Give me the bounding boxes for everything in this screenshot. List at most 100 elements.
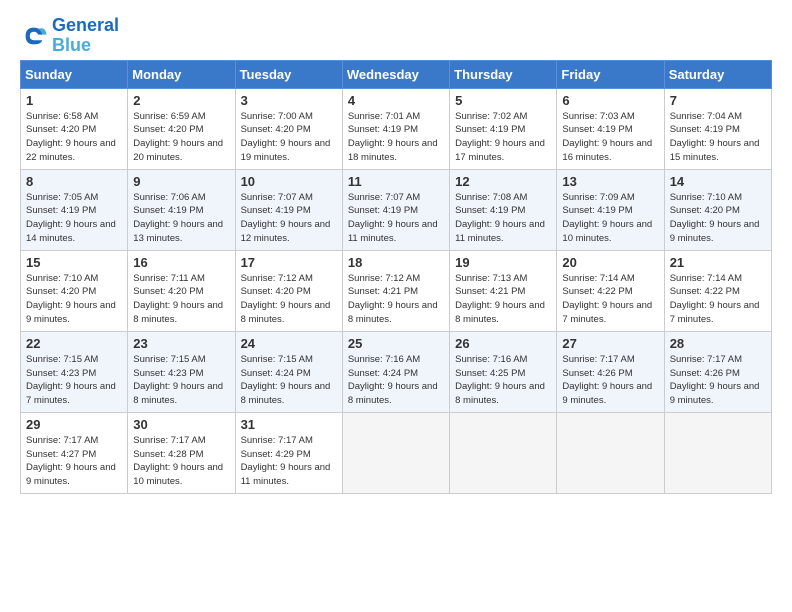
calendar-cell: 4 Sunrise: 7:01 AMSunset: 4:19 PMDaylight… (342, 88, 449, 169)
day-number: 4 (348, 93, 445, 108)
cell-details: Sunrise: 7:16 AMSunset: 4:24 PMDaylight:… (348, 353, 445, 408)
day-number: 26 (455, 336, 552, 351)
cell-details: Sunrise: 7:14 AMSunset: 4:22 PMDaylight:… (670, 272, 767, 327)
cell-details: Sunrise: 6:59 AMSunset: 4:20 PMDaylight:… (133, 110, 230, 165)
calendar-cell: 3 Sunrise: 7:00 AMSunset: 4:20 PMDaylight… (235, 88, 342, 169)
logo: General Blue (20, 16, 119, 56)
cell-details: Sunrise: 7:14 AMSunset: 4:22 PMDaylight:… (562, 272, 659, 327)
header: General Blue (20, 16, 772, 56)
calendar-cell: 28Sunrise: 7:17 AMSunset: 4:26 PMDayligh… (664, 331, 771, 412)
cell-details: Sunrise: 7:01 AMSunset: 4:19 PMDaylight:… (348, 110, 445, 165)
calendar-cell: 19 Sunrise: 7:13 AMSunset: 4:21 PMDayligh… (450, 250, 557, 331)
page: General Blue SundayMondayTuesdayWednesda… (0, 0, 792, 504)
cell-details: Sunrise: 7:17 AMSunset: 4:27 PMDaylight:… (26, 434, 123, 489)
header-row: SundayMondayTuesdayWednesdayThursdayFrid… (21, 60, 772, 88)
header-cell-sunday: Sunday (21, 60, 128, 88)
cell-details: Sunrise: 7:07 AMSunset: 4:19 PMDaylight:… (348, 191, 445, 246)
week-row-4: 22 Sunrise: 7:15 AMSunset: 4:23 PMDayligh… (21, 331, 772, 412)
day-number: 28 (670, 336, 767, 351)
cell-details: Sunrise: 7:15 AMSunset: 4:23 PMDaylight:… (26, 353, 123, 408)
cell-details: Sunrise: 7:12 AMSunset: 4:21 PMDaylight:… (348, 272, 445, 327)
day-number: 12 (455, 174, 552, 189)
calendar-cell: 25 Sunrise: 7:16 AMSunset: 4:24 PMDayligh… (342, 331, 449, 412)
calendar-cell (557, 412, 664, 493)
calendar-cell: 21 Sunrise: 7:14 AMSunset: 4:22 PMDayligh… (664, 250, 771, 331)
week-row-5: 29 Sunrise: 7:17 AMSunset: 4:27 PMDayligh… (21, 412, 772, 493)
calendar-cell: 5Sunrise: 7:02 AMSunset: 4:19 PMDaylight… (450, 88, 557, 169)
cell-details: Sunrise: 7:04 AMSunset: 4:19 PMDaylight:… (670, 110, 767, 165)
cell-details: Sunrise: 7:11 AMSunset: 4:20 PMDaylight:… (133, 272, 230, 327)
calendar-cell: 31 Sunrise: 7:17 AMSunset: 4:29 PMDayligh… (235, 412, 342, 493)
calendar-cell (342, 412, 449, 493)
header-cell-tuesday: Tuesday (235, 60, 342, 88)
day-number: 30 (133, 417, 230, 432)
calendar-cell: 13 Sunrise: 7:09 AMSunset: 4:19 PMDayligh… (557, 169, 664, 250)
day-number: 31 (241, 417, 338, 432)
calendar-cell: 1 Sunrise: 6:58 AMSunset: 4:20 PMDaylight… (21, 88, 128, 169)
header-cell-friday: Friday (557, 60, 664, 88)
day-number: 19 (455, 255, 552, 270)
cell-details: Sunrise: 7:17 AMSunset: 4:29 PMDaylight:… (241, 434, 338, 489)
header-cell-wednesday: Wednesday (342, 60, 449, 88)
cell-details: Sunrise: 7:07 AMSunset: 4:19 PMDaylight:… (241, 191, 338, 246)
calendar-cell: 27 Sunrise: 7:17 AMSunset: 4:26 PMDayligh… (557, 331, 664, 412)
calendar-cell: 18 Sunrise: 7:12 AMSunset: 4:21 PMDayligh… (342, 250, 449, 331)
cell-details: Sunrise: 7:15 AMSunset: 4:23 PMDaylight:… (133, 353, 230, 408)
cell-details: Sunrise: 7:00 AMSunset: 4:20 PMDaylight:… (241, 110, 338, 165)
day-number: 1 (26, 93, 123, 108)
day-number: 8 (26, 174, 123, 189)
header-cell-saturday: Saturday (664, 60, 771, 88)
calendar-cell: 7Sunrise: 7:04 AMSunset: 4:19 PMDaylight… (664, 88, 771, 169)
day-number: 18 (348, 255, 445, 270)
cell-details: Sunrise: 6:58 AMSunset: 4:20 PMDaylight:… (26, 110, 123, 165)
calendar-cell: 20Sunrise: 7:14 AMSunset: 4:22 PMDayligh… (557, 250, 664, 331)
cell-details: Sunrise: 7:17 AMSunset: 4:28 PMDaylight:… (133, 434, 230, 489)
day-number: 9 (133, 174, 230, 189)
calendar-cell: 23Sunrise: 7:15 AMSunset: 4:23 PMDayligh… (128, 331, 235, 412)
day-number: 15 (26, 255, 123, 270)
calendar-cell: 26 Sunrise: 7:16 AMSunset: 4:25 PMDayligh… (450, 331, 557, 412)
calendar-cell: 24 Sunrise: 7:15 AMSunset: 4:24 PMDayligh… (235, 331, 342, 412)
cell-details: Sunrise: 7:16 AMSunset: 4:25 PMDaylight:… (455, 353, 552, 408)
cell-details: Sunrise: 7:10 AMSunset: 4:20 PMDaylight:… (670, 191, 767, 246)
day-number: 14 (670, 174, 767, 189)
cell-details: Sunrise: 7:08 AMSunset: 4:19 PMDaylight:… (455, 191, 552, 246)
calendar-cell: 15 Sunrise: 7:10 AMSunset: 4:20 PMDayligh… (21, 250, 128, 331)
header-cell-thursday: Thursday (450, 60, 557, 88)
cell-details: Sunrise: 7:15 AMSunset: 4:24 PMDaylight:… (241, 353, 338, 408)
day-number: 25 (348, 336, 445, 351)
calendar-cell: 30 Sunrise: 7:17 AMSunset: 4:28 PMDayligh… (128, 412, 235, 493)
day-number: 27 (562, 336, 659, 351)
calendar-cell: 9 Sunrise: 7:06 AMSunset: 4:19 PMDaylight… (128, 169, 235, 250)
cell-details: Sunrise: 7:13 AMSunset: 4:21 PMDaylight:… (455, 272, 552, 327)
day-number: 13 (562, 174, 659, 189)
day-number: 6 (562, 93, 659, 108)
calendar-cell: 16 Sunrise: 7:11 AMSunset: 4:20 PMDayligh… (128, 250, 235, 331)
calendar-cell: 6Sunrise: 7:03 AMSunset: 4:19 PMDaylight… (557, 88, 664, 169)
week-row-3: 15 Sunrise: 7:10 AMSunset: 4:20 PMDayligh… (21, 250, 772, 331)
calendar-cell: 2 Sunrise: 6:59 AMSunset: 4:20 PMDaylight… (128, 88, 235, 169)
cell-details: Sunrise: 7:17 AMSunset: 4:26 PMDaylight:… (562, 353, 659, 408)
header-cell-monday: Monday (128, 60, 235, 88)
day-number: 24 (241, 336, 338, 351)
cell-details: Sunrise: 7:10 AMSunset: 4:20 PMDaylight:… (26, 272, 123, 327)
calendar-cell: 14 Sunrise: 7:10 AMSunset: 4:20 PMDayligh… (664, 169, 771, 250)
calendar-cell: 11Sunrise: 7:07 AMSunset: 4:19 PMDayligh… (342, 169, 449, 250)
logo-icon (20, 22, 48, 50)
day-number: 21 (670, 255, 767, 270)
calendar-cell: 8Sunrise: 7:05 AMSunset: 4:19 PMDaylight… (21, 169, 128, 250)
day-number: 3 (241, 93, 338, 108)
calendar-cell: 12 Sunrise: 7:08 AMSunset: 4:19 PMDayligh… (450, 169, 557, 250)
calendar-cell: 29 Sunrise: 7:17 AMSunset: 4:27 PMDayligh… (21, 412, 128, 493)
day-number: 16 (133, 255, 230, 270)
day-number: 2 (133, 93, 230, 108)
day-number: 29 (26, 417, 123, 432)
day-number: 17 (241, 255, 338, 270)
week-row-1: 1 Sunrise: 6:58 AMSunset: 4:20 PMDaylight… (21, 88, 772, 169)
day-number: 22 (26, 336, 123, 351)
week-row-2: 8Sunrise: 7:05 AMSunset: 4:19 PMDaylight… (21, 169, 772, 250)
cell-details: Sunrise: 7:09 AMSunset: 4:19 PMDaylight:… (562, 191, 659, 246)
cell-details: Sunrise: 7:06 AMSunset: 4:19 PMDaylight:… (133, 191, 230, 246)
day-number: 5 (455, 93, 552, 108)
cell-details: Sunrise: 7:12 AMSunset: 4:20 PMDaylight:… (241, 272, 338, 327)
